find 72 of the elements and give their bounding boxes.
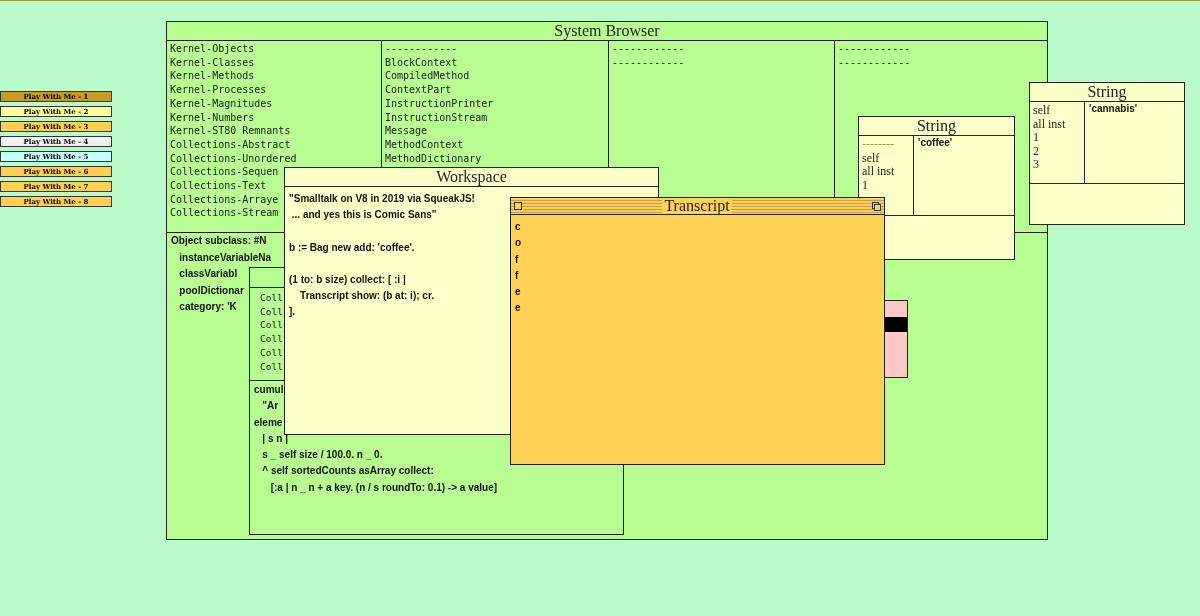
category-item[interactable]: Collections-Abstract [170,137,291,152]
code-line: [:a | n _ n + a key. (n / s roundTo: 0.1) -> a value] [269,480,498,495]
close-icon[interactable] [514,202,522,210]
code-line: "Ar [261,399,279,414]
class-item[interactable]: CompiledMethod [385,69,470,84]
category-item[interactable]: Collections-Arraye [170,192,279,207]
class-item[interactable]: ------------ [385,42,458,56]
window-title: String [859,117,1014,136]
field-item[interactable]: 3 [1033,158,1039,172]
list-separator: ------------ [612,42,685,56]
category-item[interactable]: Collections-Unordered [170,151,297,166]
category-item[interactable]: Kernel-ST80 Remnants [170,124,291,138]
code-line: (1 to: b size) collect: [ :i | [289,272,406,287]
list-separator: ------------ [612,55,685,70]
code-line: eleme [254,415,283,430]
field-item[interactable]: self [862,151,880,165]
code-line: ... and yes this is Comic Sans" [290,208,437,223]
category-item[interactable]: Coll [260,332,283,346]
class-item[interactable]: MethodContext [385,137,464,152]
category-item[interactable]: Kernel-Numbers [170,110,255,125]
output-line: c [515,220,521,234]
output-line: f [515,268,519,283]
category-item[interactable]: Collections-Stream [170,206,279,221]
class-item[interactable]: InstructionStream [385,110,488,125]
class-item[interactable]: InstructionPrinter [385,96,494,111]
category-item[interactable]: Coll [260,291,283,305]
collapse-icon[interactable] [872,201,881,211]
field-item[interactable]: all inst [862,165,895,179]
output-line: e [515,301,521,316]
category-item[interactable]: Coll [260,304,283,319]
list-separator: ------------ [838,55,911,70]
code-line: poolDictionar [178,283,244,298]
class-item[interactable]: MethodDictionary [385,151,482,166]
category-item[interactable]: Coll [260,359,283,374]
field-item[interactable]: all inst [1033,117,1066,131]
class-item[interactable]: ContextPart [385,83,452,97]
window-title: Workspace [285,168,658,187]
category-item[interactable]: Coll [260,318,283,333]
category-item[interactable]: Kernel-Classes [170,55,255,70]
code-line: Transcript show: (b at: i); cr. [299,289,435,304]
category-item[interactable]: Kernel-Processes [170,83,267,97]
code-line: classVariabl [178,267,238,281]
field-item[interactable]: self [1033,104,1051,118]
field-item[interactable]: 1 [1033,131,1039,145]
window-title: System Browser [167,22,1047,41]
output-line: f [515,252,519,267]
code-line: instanceVariableNa [178,250,272,265]
code-line: b := Bag new add: 'coffee'. [289,240,415,255]
class-item[interactable]: Message [385,124,428,138]
window-title: String [1030,83,1184,102]
category-item[interactable]: Coll [260,345,283,360]
code-line: category: 'K [178,300,237,314]
value-text: 'cannabis' [1089,102,1138,116]
code-line: "Smalltalk on V8 in 2019 via SqueakJS! [289,192,475,206]
code-line: Object subclass: #N [171,234,267,248]
code-line: cumul [254,383,284,397]
code-line: ]. [289,305,296,320]
output-line: e [515,285,521,300]
category-item[interactable]: Kernel-Magnitudes [170,96,273,111]
category-item[interactable]: Collections-Text [170,179,267,193]
code-line: ^ self sortedCounts asArray collect: [261,464,434,479]
field-item[interactable]: 2 [1033,144,1039,158]
code-line: s _ self size / 100.0. n _ 0. [261,448,383,463]
list-separator: ------------ [838,42,911,56]
output-line: o [515,236,522,251]
field-item[interactable]: 1 [862,178,868,192]
category-item[interactable]: Kernel-Objects [170,42,255,56]
window-title: Transcript [662,198,732,214]
class-item[interactable]: BlockContext [385,55,458,70]
category-item[interactable]: Kernel-Methods [170,69,255,84]
category-item[interactable]: Collections-Sequen [170,165,279,180]
value-text: 'coffee' [918,136,953,150]
